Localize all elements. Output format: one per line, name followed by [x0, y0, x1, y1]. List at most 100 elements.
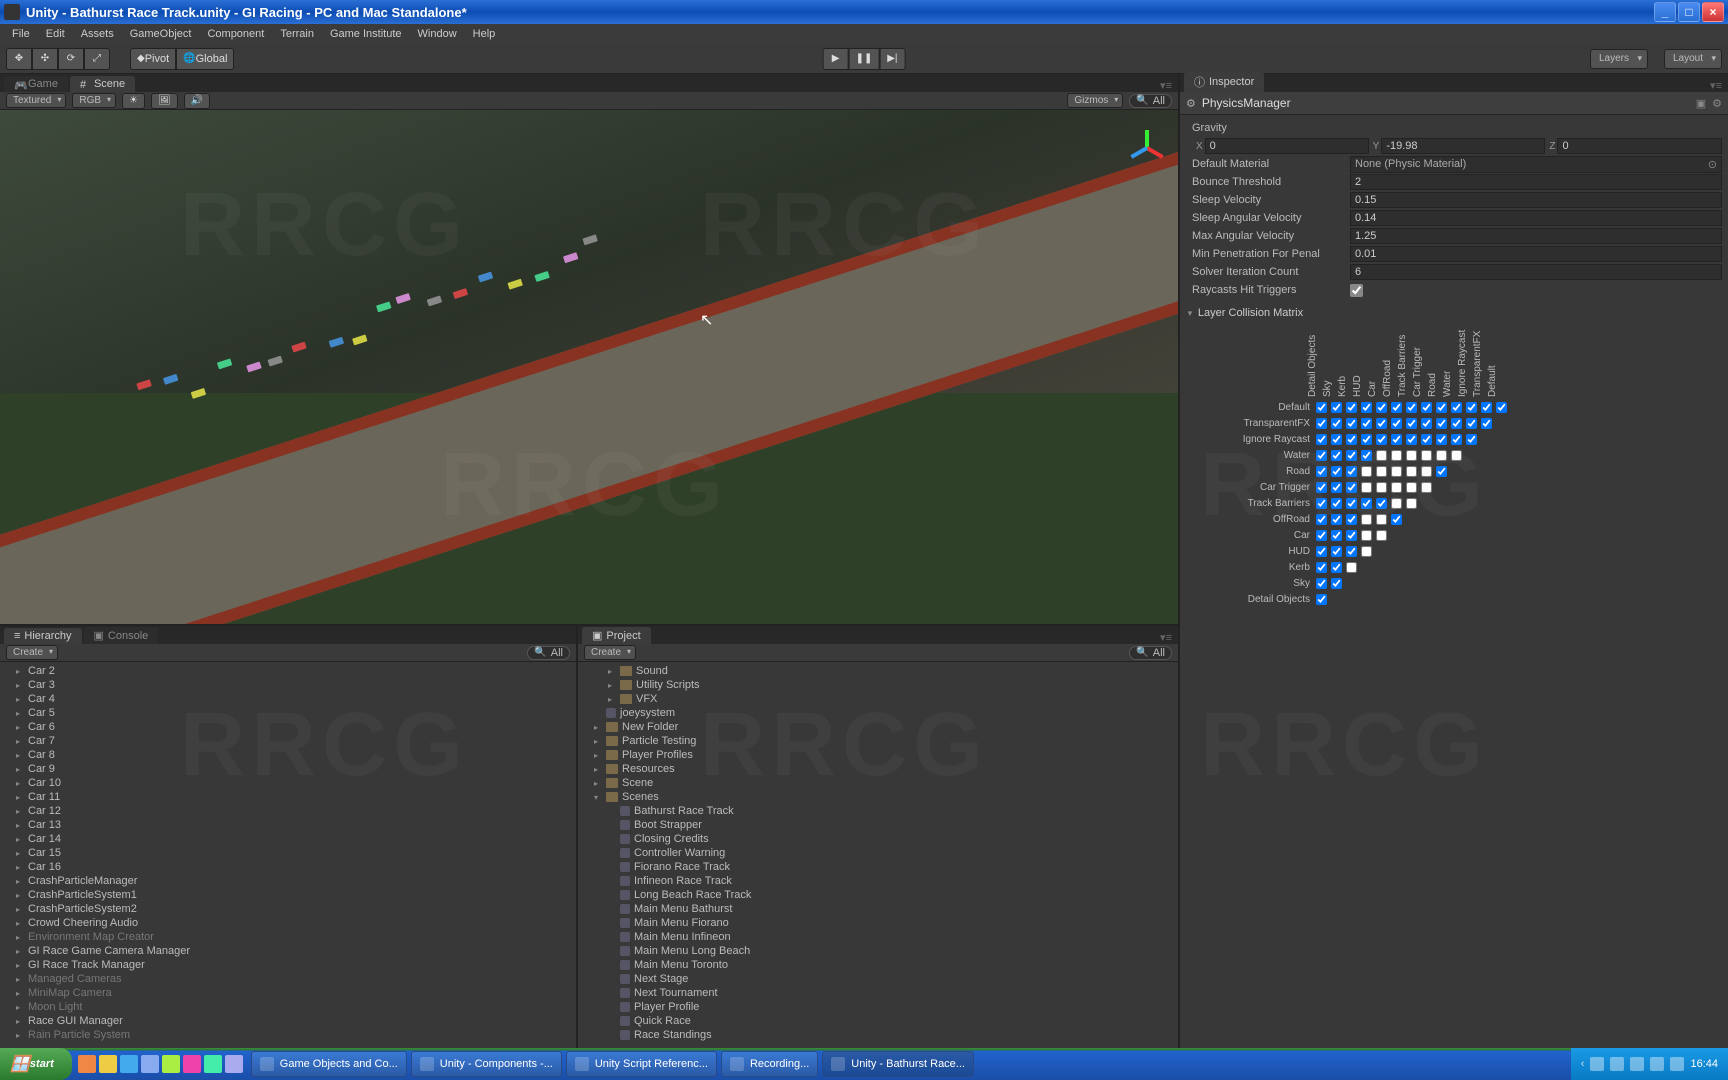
- matrix-checkbox[interactable]: [1331, 546, 1342, 557]
- matrix-checkbox[interactable]: [1331, 450, 1342, 461]
- menu-assets[interactable]: Assets: [73, 26, 122, 42]
- matrix-checkbox[interactable]: [1331, 562, 1342, 573]
- rotate-tool-button[interactable]: ⟳: [58, 48, 84, 70]
- matrix-checkbox[interactable]: [1316, 466, 1327, 477]
- quicklaunch-icon[interactable]: [204, 1055, 222, 1073]
- help-icon[interactable]: ▣: [1696, 97, 1706, 110]
- scene-fx-toggle[interactable]: 🖼: [151, 93, 178, 109]
- layout-dropdown[interactable]: Layout: [1664, 49, 1722, 69]
- matrix-checkbox[interactable]: [1316, 594, 1327, 605]
- matrix-checkbox[interactable]: [1361, 482, 1372, 493]
- project-item[interactable]: Main Menu Bathurst: [580, 902, 1176, 916]
- hierarchy-create-dropdown[interactable]: Create: [6, 645, 58, 660]
- scene-light-toggle[interactable]: ☀: [122, 93, 145, 109]
- gravity-y-input[interactable]: [1381, 138, 1545, 154]
- tray-icon[interactable]: [1670, 1057, 1684, 1071]
- matrix-checkbox[interactable]: [1346, 530, 1357, 541]
- matrix-checkbox[interactable]: [1361, 546, 1372, 557]
- hierarchy-search[interactable]: 🔍 All: [527, 646, 570, 660]
- matrix-checkbox[interactable]: [1361, 514, 1372, 525]
- taskbar-item[interactable]: Unity - Bathurst Race...: [822, 1051, 974, 1077]
- tab-inspector[interactable]: ⓘ Inspector: [1184, 72, 1264, 92]
- matrix-checkbox[interactable]: [1331, 418, 1342, 429]
- property-input[interactable]: [1350, 264, 1722, 280]
- hierarchy-item[interactable]: ▸Car 5: [2, 706, 574, 720]
- project-search[interactable]: 🔍 All: [1129, 646, 1172, 660]
- hierarchy-item[interactable]: ▸Environment Map Creator: [2, 930, 574, 944]
- matrix-checkbox[interactable]: [1316, 418, 1327, 429]
- menu-game-institute[interactable]: Game Institute: [322, 26, 410, 42]
- project-item[interactable]: ▸ Player Profiles: [580, 748, 1176, 762]
- matrix-checkbox[interactable]: [1406, 434, 1417, 445]
- matrix-checkbox[interactable]: [1391, 482, 1402, 493]
- project-item[interactable]: Quick Race: [580, 1014, 1176, 1028]
- matrix-checkbox[interactable]: [1421, 402, 1432, 413]
- step-button[interactable]: ▶|: [879, 48, 905, 70]
- project-item[interactable]: joeysystem: [580, 706, 1176, 720]
- matrix-checkbox[interactable]: [1316, 514, 1327, 525]
- menu-file[interactable]: File: [4, 26, 38, 42]
- property-input[interactable]: [1350, 174, 1722, 190]
- matrix-checkbox[interactable]: [1376, 514, 1387, 525]
- menu-terrain[interactable]: Terrain: [272, 26, 322, 42]
- matrix-checkbox[interactable]: [1421, 434, 1432, 445]
- panel-menu-icon[interactable]: ▾≡: [1154, 79, 1178, 92]
- hierarchy-item[interactable]: ▸Car 7: [2, 734, 574, 748]
- hierarchy-item[interactable]: ▸Car 14: [2, 832, 574, 846]
- matrix-checkbox[interactable]: [1436, 466, 1447, 477]
- tab-game[interactable]: 🎮Game: [4, 76, 68, 92]
- project-item[interactable]: Race Standings: [580, 1028, 1176, 1042]
- matrix-checkbox[interactable]: [1346, 562, 1357, 573]
- matrix-checkbox[interactable]: [1346, 402, 1357, 413]
- project-item[interactable]: Boot Strapper: [580, 818, 1176, 832]
- project-item[interactable]: ▸ New Folder: [580, 720, 1176, 734]
- matrix-checkbox[interactable]: [1421, 418, 1432, 429]
- project-item[interactable]: Main Menu Fiorano: [580, 916, 1176, 930]
- render-mode-dropdown[interactable]: RGB: [72, 93, 116, 108]
- project-item[interactable]: Next Tournament: [580, 986, 1176, 1000]
- hierarchy-item[interactable]: ▸Car 10: [2, 776, 574, 790]
- hierarchy-item[interactable]: ▸Car 2: [2, 664, 574, 678]
- gravity-z-input[interactable]: [1557, 138, 1722, 154]
- project-item[interactable]: ▸ Utility Scripts: [580, 678, 1176, 692]
- project-item[interactable]: Main Menu Long Beach: [580, 944, 1176, 958]
- layer-collision-matrix-header[interactable]: Layer Collision Matrix: [1186, 305, 1722, 321]
- matrix-checkbox[interactable]: [1331, 514, 1342, 525]
- matrix-checkbox[interactable]: [1421, 466, 1432, 477]
- matrix-checkbox[interactable]: [1496, 402, 1507, 413]
- tray-icon[interactable]: [1630, 1057, 1644, 1071]
- tray-icon[interactable]: [1650, 1057, 1664, 1071]
- matrix-checkbox[interactable]: [1361, 450, 1372, 461]
- menu-gameobject[interactable]: GameObject: [122, 26, 200, 42]
- matrix-checkbox[interactable]: [1346, 482, 1357, 493]
- system-tray[interactable]: ‹ 16:44: [1571, 1048, 1728, 1080]
- object-field[interactable]: None (Physic Material): [1350, 156, 1722, 173]
- matrix-checkbox[interactable]: [1436, 418, 1447, 429]
- hierarchy-item[interactable]: ▸Car 12: [2, 804, 574, 818]
- matrix-checkbox[interactable]: [1376, 466, 1387, 477]
- hierarchy-item[interactable]: ▸Managed Cameras: [2, 972, 574, 986]
- property-input[interactable]: [1350, 228, 1722, 244]
- quicklaunch-icon[interactable]: [78, 1055, 96, 1073]
- hand-tool-button[interactable]: ✥: [6, 48, 32, 70]
- hierarchy-item[interactable]: ▸Car 4: [2, 692, 574, 706]
- quicklaunch-icon[interactable]: [225, 1055, 243, 1073]
- matrix-checkbox[interactable]: [1406, 450, 1417, 461]
- matrix-checkbox[interactable]: [1376, 402, 1387, 413]
- project-item[interactable]: Closing Credits: [580, 832, 1176, 846]
- matrix-checkbox[interactable]: [1376, 418, 1387, 429]
- hierarchy-item[interactable]: ▸GI Race Track Manager: [2, 958, 574, 972]
- matrix-checkbox[interactable]: [1331, 530, 1342, 541]
- pivot-toggle-button[interactable]: ◆ Pivot: [130, 48, 176, 70]
- matrix-checkbox[interactable]: [1331, 482, 1342, 493]
- scene-audio-toggle[interactable]: 🔊: [184, 93, 210, 109]
- taskbar-item[interactable]: Game Objects and Co...: [251, 1051, 407, 1077]
- matrix-checkbox[interactable]: [1361, 402, 1372, 413]
- matrix-checkbox[interactable]: [1436, 434, 1447, 445]
- gravity-x-input[interactable]: [1205, 138, 1369, 154]
- tab-console[interactable]: ▣ Console: [84, 627, 159, 644]
- hierarchy-item[interactable]: ▸Car 16: [2, 860, 574, 874]
- move-tool-button[interactable]: ✣: [32, 48, 58, 70]
- panel-menu-icon[interactable]: ▾≡: [1704, 79, 1728, 92]
- property-input[interactable]: [1350, 246, 1722, 262]
